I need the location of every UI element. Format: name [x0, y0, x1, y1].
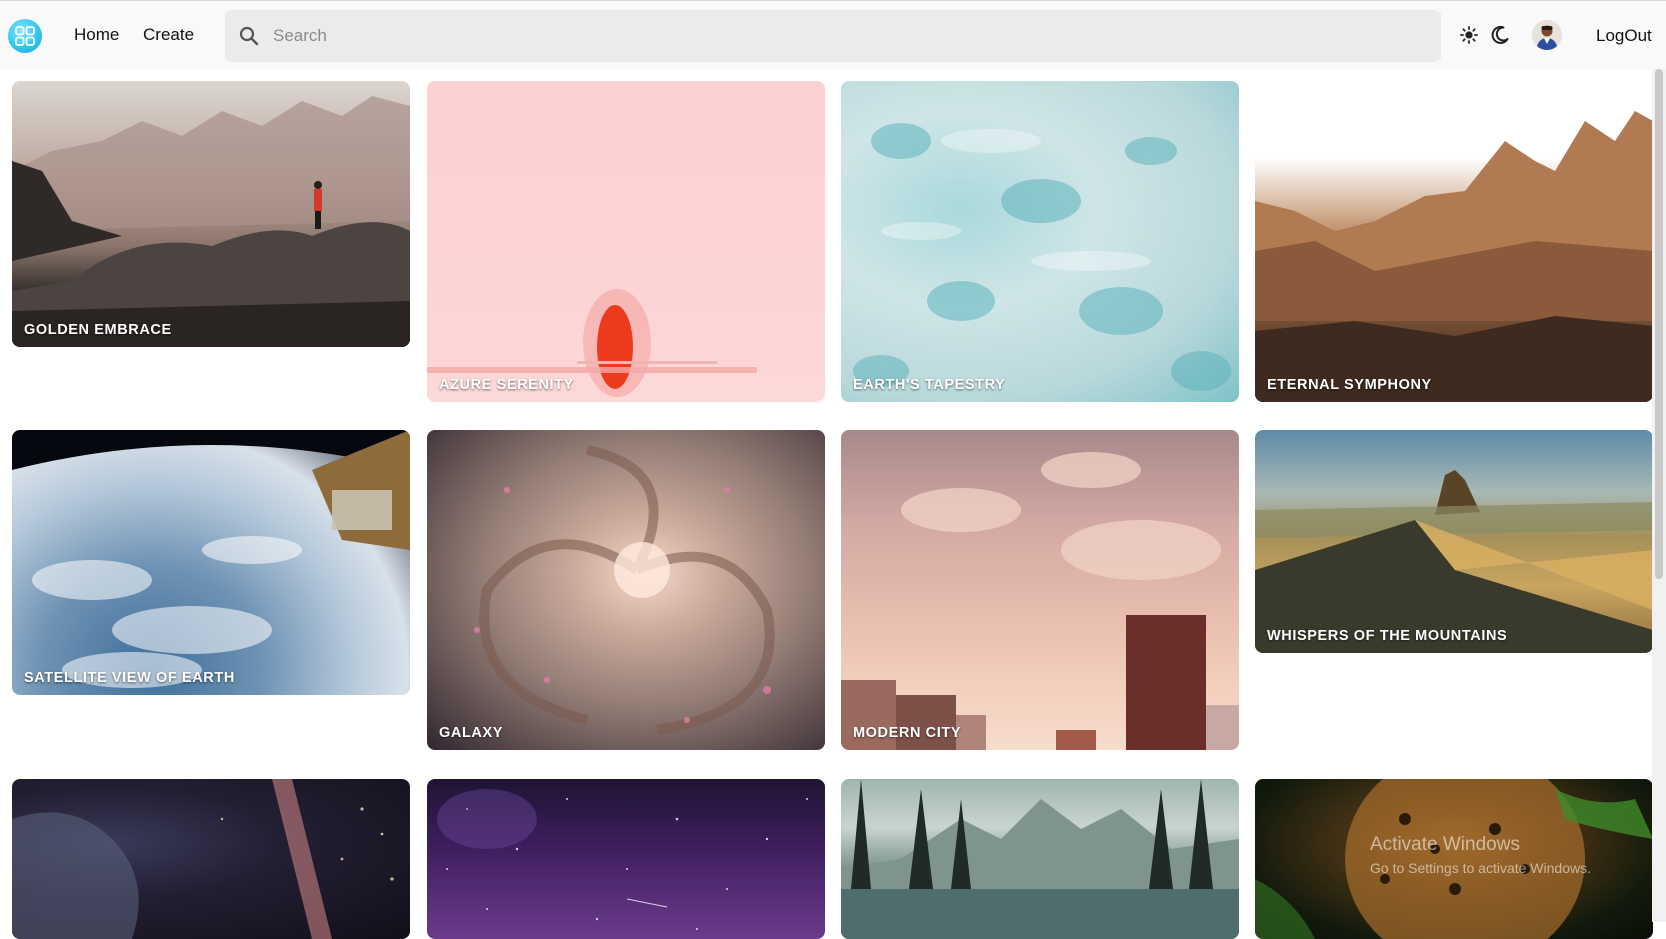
card-title: MODERN CITY	[853, 725, 962, 741]
card-image	[474, 445, 775, 735]
gallery-card[interactable]	[427, 779, 825, 939]
top-navbar: Home Create LogOut	[0, 0, 1666, 69]
card-image	[841, 779, 1239, 939]
card-image	[12, 430, 410, 688]
gallery-card[interactable]: EARTH'S TAPESTRY	[841, 81, 1239, 402]
card-image	[12, 779, 394, 939]
card-title: EARTH'S TAPESTRY	[853, 377, 1006, 393]
gallery-card[interactable]: GOLDEN EMBRACE	[12, 81, 410, 347]
card-title: GOLDEN EMBRACE	[24, 322, 172, 338]
sun-icon[interactable]	[1460, 26, 1478, 44]
gallery-card[interactable]: MODERN CITY	[841, 430, 1239, 750]
card-image	[841, 452, 1239, 750]
watermark-title: Activate Windows	[1370, 834, 1520, 855]
card-title: ETERNAL SYMPHONY	[1267, 377, 1432, 393]
gallery-card[interactable]	[12, 779, 410, 939]
nav-home-link[interactable]: Home	[74, 25, 119, 45]
search-bar[interactable]	[225, 10, 1441, 62]
logout-button[interactable]: LogOut	[1596, 26, 1652, 46]
card-image	[1255, 111, 1653, 402]
user-avatar[interactable]	[1532, 20, 1562, 50]
card-image	[853, 123, 1231, 391]
card-image	[12, 96, 410, 347]
gallery-card[interactable]	[841, 779, 1239, 939]
app-logo-icon[interactable]	[8, 19, 42, 53]
search-input[interactable]	[265, 10, 1441, 62]
watermark-subtitle: Go to Settings to activate Windows.	[1370, 860, 1591, 876]
card-title: SATELLITE VIEW OF EARTH	[24, 670, 235, 686]
nav-create-link[interactable]: Create	[143, 25, 194, 45]
card-title: GALAXY	[439, 725, 504, 741]
gallery-card[interactable]: GALAXY	[427, 430, 825, 750]
activate-windows-watermark: Activate Windows Go to Settings to activ…	[1370, 834, 1591, 876]
card-title: WHISPERS OF THE MOUNTAINS	[1267, 628, 1508, 644]
card-image	[1255, 470, 1653, 653]
gallery-card[interactable]: ETERNAL SYMPHONY	[1255, 81, 1653, 402]
gallery-card[interactable]: WHISPERS OF THE MOUNTAINS	[1255, 430, 1653, 653]
card-title: AZURE SERENITY	[439, 377, 574, 393]
moon-icon[interactable]	[1490, 25, 1510, 45]
search-icon	[239, 26, 259, 46]
card-image	[427, 289, 757, 397]
gallery-card[interactable]: SATELLITE VIEW OF EARTH	[12, 430, 410, 695]
scrollbar-thumb[interactable]	[1655, 69, 1663, 579]
card-image	[437, 789, 808, 930]
gallery-card[interactable]: AZURE SERENITY	[427, 81, 825, 402]
